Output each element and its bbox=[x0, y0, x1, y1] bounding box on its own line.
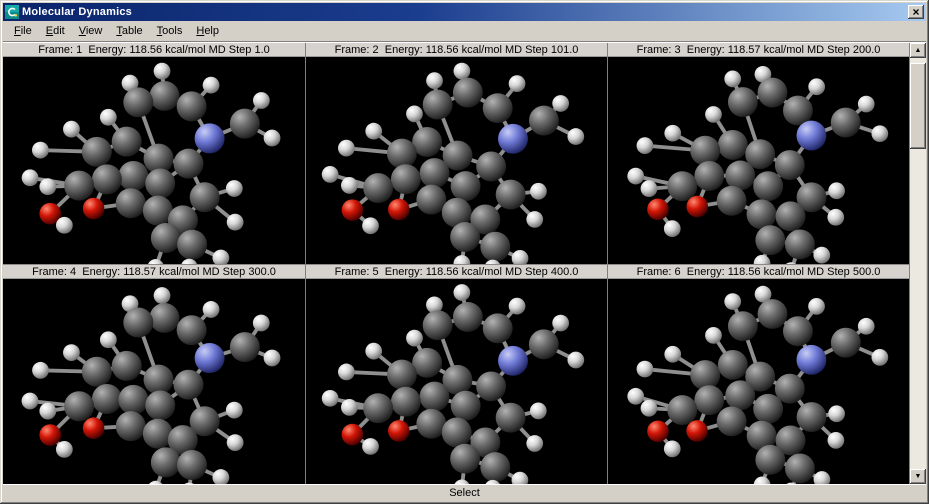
scrollbar-thumb[interactable] bbox=[910, 63, 926, 149]
frame-cell-4: Frame: 4 Energy: 118.57 kcal/mol MD Step… bbox=[3, 264, 305, 485]
close-button[interactable]: × bbox=[908, 5, 924, 19]
frame-header: Frame: 1 Energy: 118.56 kcal/mol MD Step… bbox=[3, 43, 305, 57]
menu-view[interactable]: View bbox=[72, 22, 110, 40]
molecule-canvas[interactable] bbox=[3, 57, 305, 264]
window-title: Molecular Dynamics bbox=[22, 6, 905, 18]
menu-help[interactable]: Help bbox=[189, 22, 226, 40]
molecule-canvas[interactable] bbox=[608, 279, 909, 485]
molecule-render bbox=[3, 279, 305, 485]
vertical-scrollbar[interactable]: ▲ ▼ bbox=[909, 43, 926, 484]
molecule-canvas[interactable] bbox=[3, 279, 305, 485]
frames-grid: Frame: 1 Energy: 118.56 kcal/mol MD Step… bbox=[3, 43, 909, 484]
frame-header: Frame: 2 Energy: 118.56 kcal/mol MD Step… bbox=[306, 43, 607, 57]
molecule-render bbox=[3, 57, 305, 264]
frame-cell-3: Frame: 3 Energy: 118.57 kcal/mol MD Step… bbox=[607, 43, 909, 264]
close-icon: × bbox=[912, 7, 919, 17]
app-window: Molecular Dynamics × File Edit View Tabl… bbox=[0, 0, 929, 504]
frame-cell-6: Frame: 6 Energy: 118.56 kcal/mol MD Step… bbox=[607, 264, 909, 485]
status-bar: Select bbox=[3, 484, 926, 501]
frames-viewport: Frame: 1 Energy: 118.56 kcal/mol MD Step… bbox=[3, 42, 926, 484]
menu-edit[interactable]: Edit bbox=[39, 22, 72, 40]
molecule-canvas[interactable] bbox=[306, 279, 607, 485]
status-text: Select bbox=[449, 487, 480, 499]
scroll-up-button[interactable]: ▲ bbox=[910, 43, 926, 58]
frame-cell-5: Frame: 5 Energy: 118.56 kcal/mol MD Step… bbox=[305, 264, 607, 485]
up-arrow-icon: ▲ bbox=[915, 47, 922, 54]
frame-header: Frame: 4 Energy: 118.57 kcal/mol MD Step… bbox=[3, 265, 305, 279]
titlebar[interactable]: Molecular Dynamics × bbox=[3, 3, 926, 21]
menu-tools[interactable]: Tools bbox=[150, 22, 190, 40]
molecule-render bbox=[306, 279, 607, 485]
molecule-render bbox=[608, 57, 909, 264]
frame-header: Frame: 5 Energy: 118.56 kcal/mol MD Step… bbox=[306, 265, 607, 279]
menu-table[interactable]: Table bbox=[109, 22, 149, 40]
frame-cell-2: Frame: 2 Energy: 118.56 kcal/mol MD Step… bbox=[305, 43, 607, 264]
molecule-canvas[interactable] bbox=[306, 57, 607, 264]
molecule-canvas[interactable] bbox=[608, 57, 909, 264]
frame-header: Frame: 3 Energy: 118.57 kcal/mol MD Step… bbox=[608, 43, 909, 57]
app-icon[interactable] bbox=[5, 5, 19, 19]
menu-file[interactable]: File bbox=[7, 22, 39, 40]
scroll-down-button[interactable]: ▼ bbox=[910, 469, 926, 484]
menu-bar: File Edit View Table Tools Help bbox=[3, 21, 926, 42]
frame-cell-1: Frame: 1 Energy: 118.56 kcal/mol MD Step… bbox=[3, 43, 305, 264]
frame-header: Frame: 6 Energy: 118.56 kcal/mol MD Step… bbox=[608, 265, 909, 279]
molecule-render bbox=[608, 279, 909, 485]
molecule-render bbox=[306, 57, 607, 264]
down-arrow-icon: ▼ bbox=[915, 473, 922, 480]
